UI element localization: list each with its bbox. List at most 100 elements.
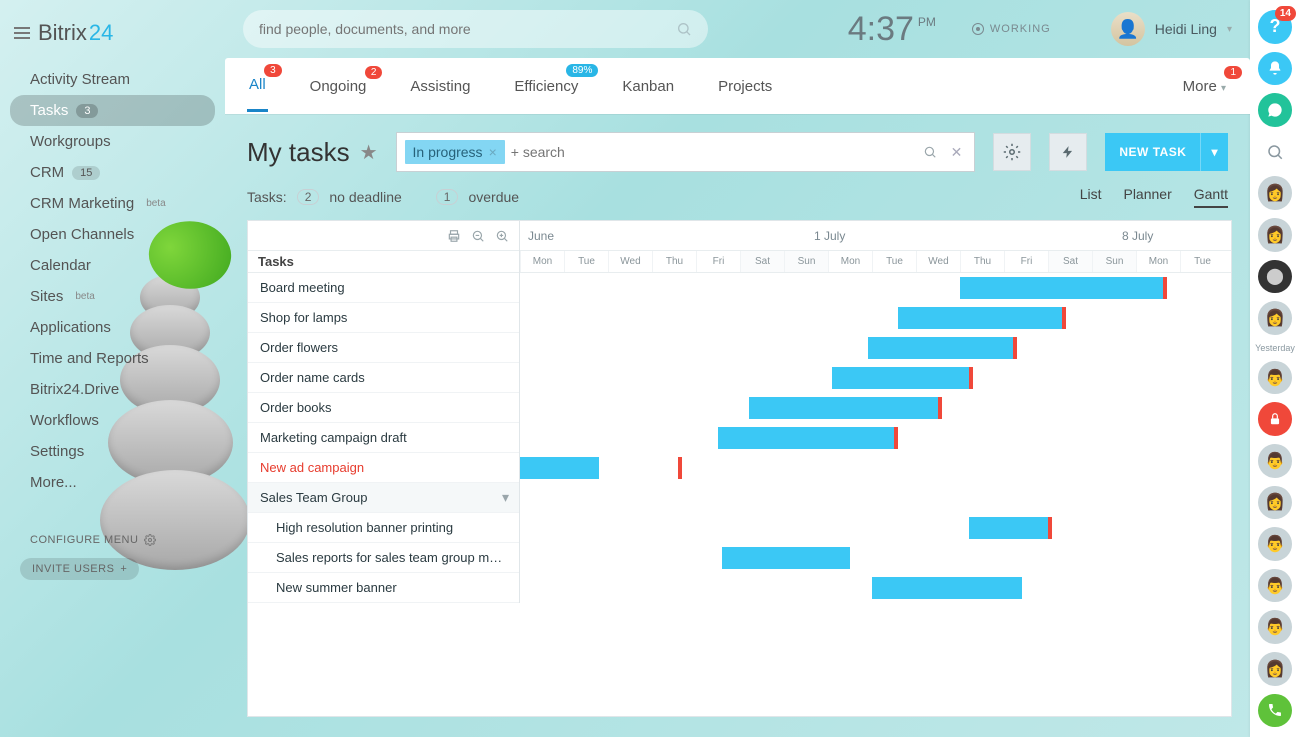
settings-button[interactable] (993, 133, 1031, 171)
sidebar-item-count: 15 (72, 166, 100, 180)
phone-icon (1267, 702, 1283, 718)
day-header: Sun (1092, 251, 1136, 272)
sidebar-item-crm[interactable]: CRM15 (0, 157, 225, 188)
sidebar-item-open-channels[interactable]: Open Channels (0, 219, 225, 250)
sidebar-item-applications[interactable]: Applications (0, 312, 225, 343)
gantt-bar[interactable] (969, 517, 1053, 539)
print-icon[interactable] (447, 229, 461, 243)
sidebar-item-workflows[interactable]: Workflows (0, 405, 225, 436)
contact-avatar[interactable]: 👨 (1258, 444, 1292, 478)
task-group-row[interactable]: Sales Team Group ▾ (248, 483, 519, 513)
lock-button[interactable] (1258, 402, 1292, 436)
new-task-button[interactable]: NEW TASK ▾ (1105, 133, 1228, 171)
global-search[interactable] (243, 10, 708, 48)
gantt-bar[interactable] (749, 397, 943, 419)
menu-hamburger-icon[interactable] (14, 27, 30, 39)
gantt-bar[interactable] (898, 307, 1065, 329)
tab-ongoing[interactable]: Ongoing2 (308, 78, 369, 95)
gantt-bar[interactable] (960, 277, 1167, 299)
sidebar-item-workgroups[interactable]: Workgroups (0, 126, 225, 157)
sidebar-item-activity-stream[interactable]: Activity Stream (0, 64, 225, 95)
phone-button[interactable] (1258, 694, 1292, 728)
gear-icon (1003, 143, 1021, 161)
day-header: Mon (1136, 251, 1180, 272)
task-row[interactable]: Order flowers (248, 333, 519, 363)
zoom-out-icon[interactable] (471, 229, 485, 243)
task-row[interactable]: Marketing campaign draft (248, 423, 519, 453)
search-icon[interactable] (919, 145, 941, 159)
contact-avatar[interactable]: 👩 (1258, 176, 1292, 210)
task-row[interactable]: New summer banner (248, 573, 519, 603)
tab-assisting[interactable]: Assisting (408, 78, 472, 95)
gantt-bar[interactable] (520, 457, 599, 479)
sidebar-item-tasks[interactable]: Tasks3 (10, 95, 215, 126)
user-menu[interactable]: 👤 Heidi Ling ▾ (1111, 12, 1232, 46)
gantt-bar[interactable] (718, 427, 898, 449)
filter-chip-in-progress[interactable]: In progress × (405, 140, 505, 164)
sidebar-item-more-[interactable]: More... (0, 467, 225, 498)
star-icon[interactable]: ★ (360, 140, 378, 165)
view-list[interactable]: List (1080, 186, 1102, 208)
contact-avatar[interactable]: 👩 (1258, 301, 1292, 335)
zoom-in-icon[interactable] (495, 229, 509, 243)
notifications-button[interactable] (1258, 52, 1292, 86)
contact-avatar[interactable]: 👨 (1258, 361, 1292, 395)
chip-close-icon[interactable]: × (489, 144, 497, 160)
working-status[interactable]: WORKING (972, 23, 1051, 35)
tab-all[interactable]: All3 (247, 76, 268, 112)
task-row[interactable]: Order name cards (248, 363, 519, 393)
sidebar-item-time-and-reports[interactable]: Time and Reports (0, 343, 225, 374)
gantt-bar[interactable] (868, 337, 1018, 359)
no-deadline-count[interactable]: 2 (297, 189, 320, 205)
open-lines-button[interactable] (1258, 93, 1292, 127)
task-row[interactable]: New ad campaign (248, 453, 519, 483)
global-search-input[interactable] (259, 21, 676, 37)
task-row[interactable]: High resolution banner printing (248, 513, 519, 543)
view-gantt[interactable]: Gantt (1194, 186, 1228, 208)
clear-filter-icon[interactable]: ✕ (947, 144, 967, 161)
lightning-icon (1061, 143, 1075, 161)
overdue-label[interactable]: overdue (468, 189, 519, 205)
rightbar-search[interactable] (1258, 135, 1292, 169)
day-header: Mon (828, 251, 872, 272)
contact-avatar[interactable]: 👩 (1258, 486, 1292, 520)
contact-avatar[interactable]: 👩 (1258, 218, 1292, 252)
contact-avatar[interactable]: 👨 (1258, 610, 1292, 644)
filter-search-input[interactable] (511, 144, 913, 160)
chevron-down-icon[interactable]: ▾ (502, 489, 509, 506)
tab-kanban[interactable]: Kanban (620, 78, 676, 95)
configure-menu-link[interactable]: CONFIGURE MENU (0, 528, 225, 552)
help-button[interactable]: ? 14 (1258, 10, 1292, 44)
no-deadline-label[interactable]: no deadline (329, 189, 401, 205)
contact-avatar[interactable]: 👩 (1258, 652, 1292, 686)
task-label: Shop for lamps (248, 310, 359, 325)
new-task-dropdown[interactable]: ▾ (1200, 133, 1228, 171)
tab-efficiency[interactable]: Efficiency89% (512, 78, 580, 95)
gantt-bar[interactable] (872, 577, 1022, 599)
day-header: Fri (1004, 251, 1048, 272)
task-row[interactable]: Shop for lamps (248, 303, 519, 333)
task-row[interactable]: Order books (248, 393, 519, 423)
gantt-bar[interactable] (722, 547, 850, 569)
overdue-count[interactable]: 1 (436, 189, 459, 205)
task-row[interactable]: Board meeting (248, 273, 519, 303)
tab-projects[interactable]: Projects (716, 78, 774, 95)
task-label: Sales Team Group (248, 490, 379, 505)
view-planner[interactable]: Planner (1123, 186, 1171, 208)
contact-avatar[interactable]: 👨 (1258, 569, 1292, 603)
tab-more[interactable]: More ▾1 (1181, 78, 1228, 95)
sidebar-item-sites[interactable]: Sitesbeta (0, 281, 225, 312)
sidebar-item-settings[interactable]: Settings (0, 436, 225, 467)
sidebar-item-bitrix24-drive[interactable]: Bitrix24.Drive (0, 374, 225, 405)
contact-avatar[interactable]: 👨 (1258, 527, 1292, 561)
tab-badge: 2 (365, 66, 383, 79)
invite-users-button[interactable]: INVITE USERS + (20, 558, 139, 580)
sidebar-item-calendar[interactable]: Calendar (0, 250, 225, 281)
task-row[interactable]: Sales reports for sales team group meeti… (248, 543, 519, 573)
task-filter[interactable]: In progress × ✕ (396, 132, 976, 172)
automation-button[interactable] (1049, 133, 1087, 171)
gantt-bar[interactable] (832, 367, 973, 389)
sidebar-item-label: More... (30, 474, 77, 491)
contact-avatar[interactable]: ⬤ (1258, 260, 1292, 294)
sidebar-item-crm-marketing[interactable]: CRM Marketingbeta (0, 188, 225, 219)
